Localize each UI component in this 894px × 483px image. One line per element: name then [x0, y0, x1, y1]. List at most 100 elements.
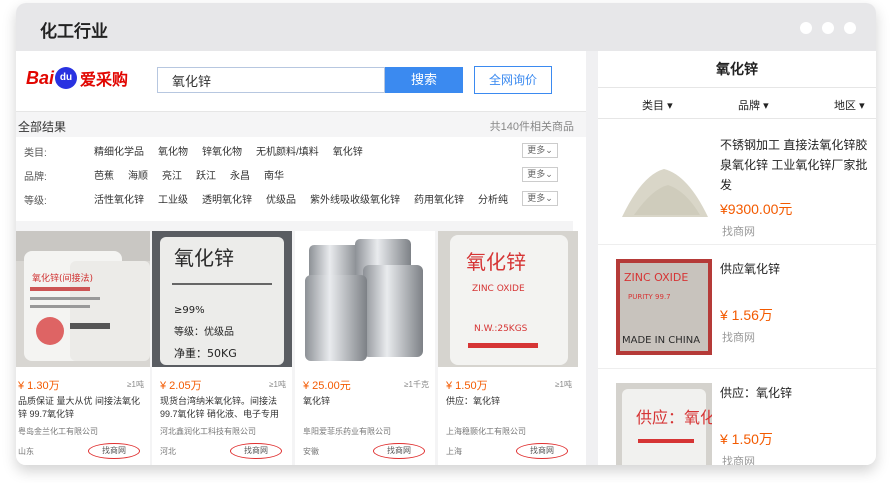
list-item[interactable]: 供应：氧化锌 供应：氧化锌 ¥ 1.50万 找商网: [598, 369, 876, 465]
more-button[interactable]: 更多⌄: [522, 191, 558, 206]
bag-label-text: 氧化锌(间接法): [32, 272, 93, 284]
filter-dropdown-brand[interactable]: 品牌 ▾: [738, 97, 769, 113]
filter-option[interactable]: 工业级: [158, 195, 188, 206]
product-price: ¥9300.00元: [720, 201, 793, 217]
filter-option[interactable]: 分析纯: [478, 195, 508, 206]
filter-options: 精细化学品 氧化物 锌氧化物 无机颜料/填料 氧化锌: [94, 143, 377, 158]
filter-label: 类目:: [24, 148, 47, 159]
min-quantity: ≥1千克: [404, 380, 429, 389]
product-image[interactable]: ZINC OXIDE PURITY 99.7 MADE IN CHINA: [616, 259, 712, 355]
product-name[interactable]: 不锈钢加工 直接法氧化锌胶泉氧化锌 工业氧化锌厂家批发: [720, 135, 876, 195]
product-image[interactable]: 氧化锌(间接法): [16, 231, 150, 367]
source-badge[interactable]: 找商网: [373, 443, 425, 459]
company-name[interactable]: 阜阳爱菲乐药业有限公司: [303, 426, 391, 437]
bag-weight-text: N.W.:25KGS: [474, 324, 528, 334]
product-name[interactable]: 供应：氧化锌: [720, 383, 876, 403]
bag-origin-text: MADE IN CHINA: [622, 335, 700, 346]
result-count: 共140件相关商品: [489, 121, 574, 133]
product-name[interactable]: 氧化锌: [303, 395, 431, 421]
product-name[interactable]: 品质保证 量大从优 间接法氧化锌 99.7氧化锌: [18, 395, 146, 421]
filter-option[interactable]: 永昌: [230, 171, 250, 182]
company-name[interactable]: 上海稳颢化工有限公司: [446, 426, 526, 437]
filter-dropdown-region[interactable]: 地区 ▾: [834, 97, 865, 113]
bag-label-en: ZINC OXIDE: [472, 284, 525, 294]
product-card[interactable]: 氧化锌 ZINC OXIDE N.W.:25KGS ¥ 1.50万 ≥1吨 供应…: [438, 231, 578, 465]
source-label[interactable]: 找商网: [722, 223, 755, 239]
filter-option[interactable]: 无机颜料/填料: [256, 147, 319, 158]
source-label[interactable]: 找商网: [722, 329, 755, 345]
filter-dropdown-category[interactable]: 类目 ▾: [642, 97, 673, 113]
more-button[interactable]: 更多⌄: [522, 167, 558, 182]
more-label: 更多: [527, 145, 546, 155]
filter-option[interactable]: 活性氧化锌: [94, 195, 144, 206]
product-card[interactable]: ¥ 25.00元 ≥1千克 氧化锌 阜阳爱菲乐药业有限公司 安徽 找商网: [295, 231, 435, 465]
company-name[interactable]: 粤岛金兰化工有限公司: [18, 426, 98, 437]
product-name[interactable]: 现货台湾纳米氧化锌。间接法99.7氧化锌 硝化液、电子专用: [160, 395, 288, 421]
source-badge[interactable]: 找商网: [516, 443, 568, 459]
filter-row-brand: 品牌: 芭蕉 海顺 亮江 跃江 永昌 南华 更多⌄: [16, 164, 573, 186]
source-badge[interactable]: 找商网: [88, 443, 140, 459]
search-results-pane: Bai du 爱采购 搜索 全网询价 全部结果 共140件相关商品 类目: 精细…: [16, 51, 586, 465]
location: 山东: [18, 447, 34, 456]
bag-label-text: 供应：氧化锌: [636, 408, 712, 427]
min-quantity: ≥1吨: [127, 380, 144, 389]
product-image[interactable]: 氧化锌 ZINC OXIDE N.W.:25KGS: [438, 231, 578, 367]
caret-down-icon: ▾: [667, 100, 673, 112]
filter-options: 活性氧化锌 工业级 透明氧化锌 优级品 紫外线吸收级氧化锌 药用氧化锌 分析纯: [94, 191, 522, 206]
product-price: ¥ 1.56万: [720, 307, 773, 323]
product-price: ¥ 1.30万: [18, 380, 60, 392]
bag-grade-text: 等级：优级品: [174, 325, 234, 338]
logo-text-bai: Bai: [26, 67, 55, 88]
company-name[interactable]: 河北鑫润化工科技有限公司: [160, 426, 256, 437]
filter-option[interactable]: 海顺: [128, 171, 148, 182]
filter-option[interactable]: 优级品: [266, 195, 296, 206]
all-results-tab[interactable]: 全部结果: [18, 118, 66, 135]
more-button[interactable]: 更多⌄: [522, 143, 558, 158]
baidu-aicaigou-logo[interactable]: Bai du 爱采购: [26, 63, 128, 93]
title-bar: 化工行业: [16, 3, 876, 51]
filter-option[interactable]: 氧化锌: [333, 147, 363, 158]
window-dot-1[interactable]: [800, 22, 812, 34]
filter-option[interactable]: 透明氧化锌: [202, 195, 252, 206]
more-label: 更多: [527, 169, 546, 179]
list-item[interactable]: ZINC OXIDE PURITY 99.7 MADE IN CHINA 供应氧…: [598, 245, 876, 369]
more-label: 更多: [527, 193, 546, 203]
location: 河北: [160, 447, 176, 456]
product-name[interactable]: 供应氧化锌: [720, 259, 876, 279]
search-input[interactable]: [157, 67, 385, 93]
product-price: ¥ 2.05万: [160, 380, 202, 392]
mobile-results-pane: 氧化锌 类目 ▾ 品牌 ▾ 地区 ▾ 不锈钢加工 直接法氧化锌胶泉氧化锌 工业氧…: [598, 51, 876, 465]
product-image[interactable]: [295, 231, 435, 367]
window-dot-3[interactable]: [844, 22, 856, 34]
filter-options: 芭蕉 海顺 亮江 跃江 永昌 南华: [94, 167, 298, 182]
location: 安徽: [303, 447, 319, 456]
product-name[interactable]: 供应：氧化锌: [446, 395, 574, 421]
filter-option[interactable]: 跃江: [196, 171, 216, 182]
filter-option[interactable]: 药用氧化锌: [414, 195, 464, 206]
filter-option[interactable]: 紫外线吸收级氧化锌: [310, 195, 400, 206]
product-image[interactable]: 供应：氧化锌: [616, 383, 712, 465]
product-card[interactable]: 氧化锌(间接法) ¥ 1.30万 ≥1吨 品质保证 量大从优 间接法氧化锌 99…: [16, 231, 150, 465]
product-card[interactable]: 氧化锌 ≥99% 等级：优级品 净重：50KG ¥ 2.05万 ≥1吨 现货台湾…: [152, 231, 292, 465]
inquiry-button[interactable]: 全网询价: [474, 66, 552, 94]
filter-option[interactable]: 精细化学品: [94, 147, 144, 158]
filter-option[interactable]: 氧化物: [158, 147, 188, 158]
bag-purity-text: ≥99%: [174, 305, 205, 316]
search-button[interactable]: 搜索: [385, 67, 463, 93]
product-price: ¥ 25.00元: [303, 380, 351, 392]
filter-option[interactable]: 芭蕉: [94, 171, 114, 182]
results-summary-bar: 全部结果 共140件相关商品: [16, 111, 586, 137]
product-image[interactable]: 氧化锌 ≥99% 等级：优级品 净重：50KG: [152, 231, 292, 367]
caret-down-icon: ▾: [763, 100, 769, 112]
window-dot-2[interactable]: [822, 22, 834, 34]
filter-option[interactable]: 南华: [264, 171, 284, 182]
source-badge[interactable]: 找商网: [230, 443, 282, 459]
filter-option[interactable]: 亮江: [162, 171, 182, 182]
logo-text-aicaigou: 爱采购: [80, 72, 129, 89]
filter-label: 地区: [834, 100, 856, 112]
filter-label: 等级:: [24, 196, 47, 207]
filter-option[interactable]: 锌氧化物: [202, 147, 242, 158]
list-item[interactable]: 不锈钢加工 直接法氧化锌胶泉氧化锌 工业氧化锌厂家批发 ¥9300.00元 找商…: [598, 123, 876, 245]
source-label[interactable]: 找商网: [722, 453, 755, 465]
product-image[interactable]: [616, 135, 712, 231]
